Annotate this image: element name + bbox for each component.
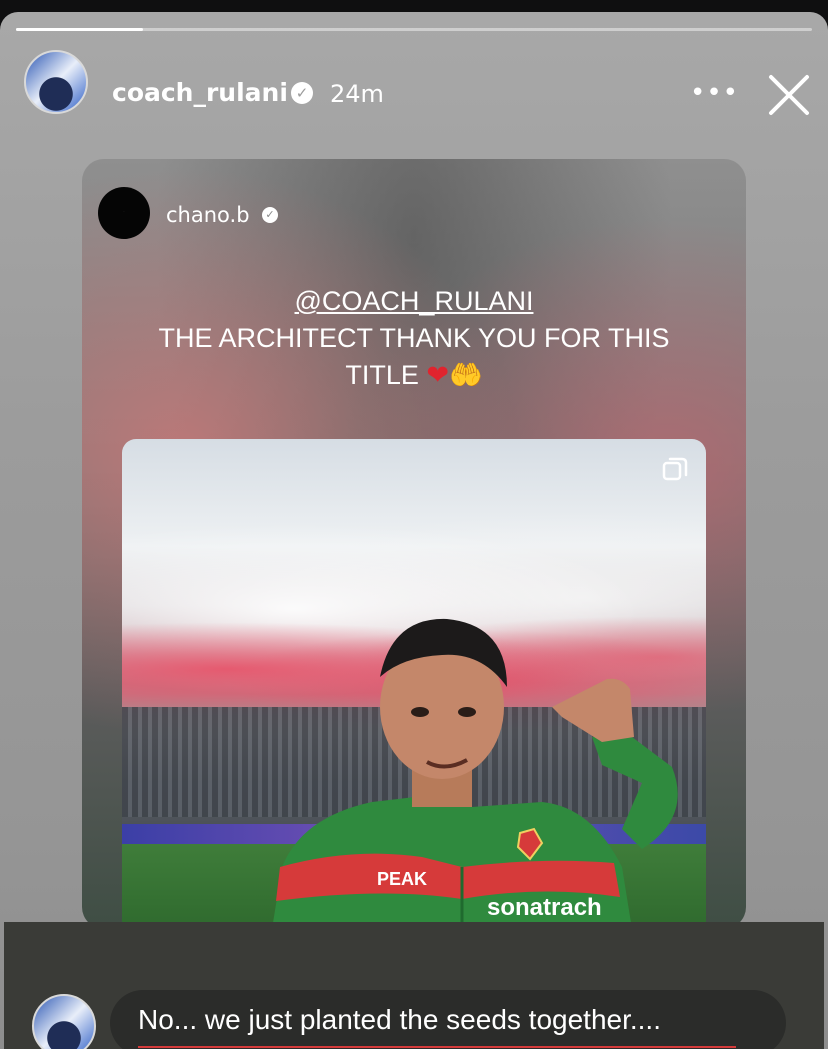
caption-mention[interactable]: @COACH_RULANI [295, 286, 534, 316]
reply-bar: No... we just planted the seeds together… [4, 922, 824, 1049]
caption-line-2: TITLE [345, 360, 419, 390]
reply-text: No... we just planted the seeds together… [138, 1004, 661, 1035]
story-progress-bar [16, 28, 812, 31]
verified-badge-icon: ✓ [262, 207, 278, 223]
post-photo[interactable]: PEAK sonatrach [122, 439, 706, 929]
jersey-brand-text: PEAK [377, 869, 427, 889]
reply-underline [138, 1046, 736, 1048]
reply-message-bubble[interactable]: No... we just planted the seeds together… [110, 990, 786, 1049]
verified-badge-icon: ✓ [291, 82, 313, 104]
more-horizontal-icon[interactable]: ••• [690, 78, 738, 108]
avatar-logo-text: · [123, 209, 125, 213]
post-caption: @COACH_RULANI THE ARCHITECT THANK YOU FO… [82, 283, 746, 394]
shared-post-card[interactable]: · chano.b ✓ @COACH_RULANI THE ARCHITECT … [82, 159, 746, 929]
jersey-sponsor-text: sonatrach [487, 894, 602, 921]
original-poster-avatar[interactable]: · [98, 187, 150, 239]
carousel-icon [662, 457, 688, 481]
story-progress-fill [16, 28, 144, 31]
player-figure: PEAK sonatrach [272, 618, 678, 929]
profile-avatar[interactable] [24, 50, 88, 114]
caption-line-1: THE ARCHITECT THANK YOU FOR THIS [158, 323, 670, 353]
reply-avatar[interactable] [32, 994, 96, 1049]
story-username[interactable]: coach_rulani [112, 78, 288, 107]
original-poster-username[interactable]: chano.b [166, 203, 250, 227]
story-timestamp: 24m [330, 80, 384, 108]
close-icon[interactable] [766, 72, 812, 118]
heart-emoji-icon: ❤ [426, 360, 450, 390]
praying-hands-emoji-icon: 🤲 [449, 360, 483, 390]
story-viewer: coach_rulani ✓ 24m ••• · chano.b ✓ @COAC… [0, 12, 828, 1049]
